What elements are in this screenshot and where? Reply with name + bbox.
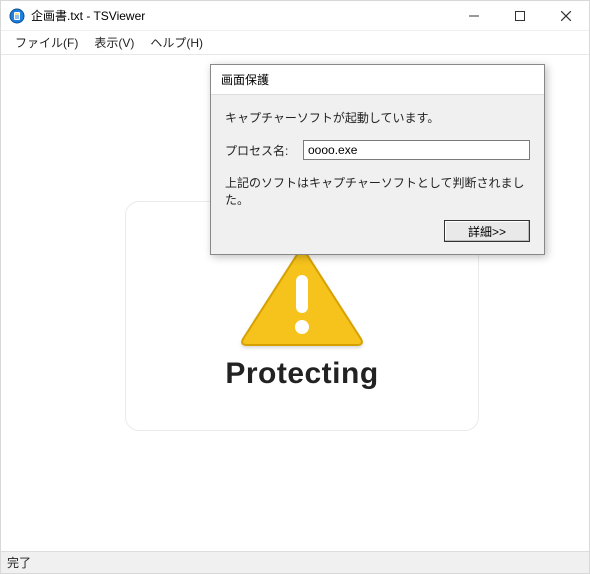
process-label: プロセス名:	[225, 142, 295, 159]
status-text: 完了	[7, 554, 31, 571]
menu-help[interactable]: ヘルプ(H)	[142, 32, 211, 53]
maximize-button[interactable]	[497, 1, 543, 30]
maximize-icon	[515, 11, 525, 21]
app-icon	[9, 8, 25, 24]
protecting-label: Protecting	[225, 357, 378, 391]
close-button[interactable]	[543, 1, 589, 30]
process-name-input[interactable]	[303, 140, 530, 160]
window-controls	[451, 1, 589, 30]
dialog-process-row: プロセス名:	[225, 140, 530, 160]
minimize-button[interactable]	[451, 1, 497, 30]
window-title: 企画書.txt - TSViewer	[31, 7, 451, 24]
screen-protect-dialog: 画面保護 キャプチャーソフトが起動しています。 プロセス名: 上記のソフトはキャ…	[210, 64, 545, 255]
statusbar: 完了	[1, 551, 589, 573]
menu-view[interactable]: 表示(V)	[86, 32, 142, 53]
details-button[interactable]: 詳細>>	[444, 220, 530, 242]
close-icon	[561, 11, 571, 21]
dialog-body: キャプチャーソフトが起動しています。 プロセス名: 上記のソフトはキャプチャーソ…	[211, 95, 544, 254]
menubar: ファイル(F) 表示(V) ヘルプ(H)	[1, 31, 589, 55]
minimize-icon	[469, 11, 479, 21]
dialog-buttons: 詳細>>	[225, 220, 530, 244]
menu-file[interactable]: ファイル(F)	[7, 32, 86, 53]
dialog-message-running: キャプチャーソフトが起動しています。	[225, 109, 530, 126]
titlebar: 企画書.txt - TSViewer	[1, 1, 589, 31]
dialog-message-detected: 上記のソフトはキャプチャーソフトとして判断されました。	[225, 174, 530, 208]
warning-triangle-icon	[237, 241, 367, 351]
dialog-title: 画面保護	[211, 65, 544, 95]
